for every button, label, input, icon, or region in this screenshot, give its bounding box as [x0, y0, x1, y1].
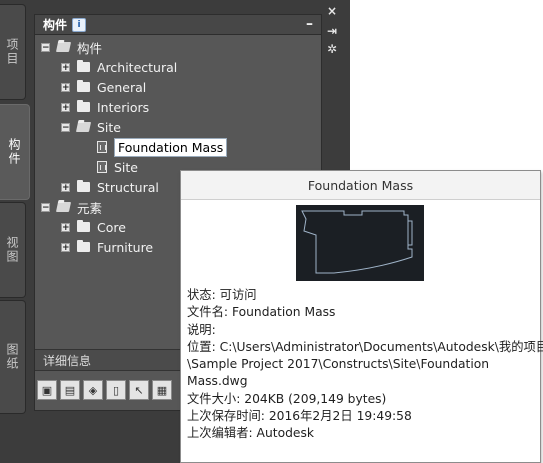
folder-icon [77, 220, 90, 232]
new-element-button[interactable]: ◈ [83, 380, 103, 400]
last-editor-line: 上次编辑者: Autodesk [187, 426, 314, 441]
folder-icon [77, 80, 90, 92]
file-size-line: 文件大小: 204KB (209,149 bytes) [187, 391, 387, 406]
folder-open-icon [75, 122, 92, 132]
side-tabs: 项目 构件 视图 图纸 [0, 4, 30, 414]
new-folder-icon: ▣ [41, 383, 53, 397]
collapse-icon[interactable]: − [41, 42, 50, 52]
expand-icon[interactable]: + [61, 182, 70, 192]
expand-icon[interactable]: + [61, 62, 70, 72]
expand-icon[interactable]: + [61, 82, 70, 92]
tab-project[interactable]: 项目 [0, 4, 26, 100]
location-line-1: 位置: C:\Users\Administrator\Documents\Aut… [187, 339, 543, 354]
selected-item-label: Foundation Mass [114, 137, 228, 157]
tree-item-structural[interactable]: + Structural [61, 177, 159, 197]
tree-item-architectural[interactable]: + Architectural [61, 57, 177, 77]
panel-header: 构件 i – [35, 15, 321, 35]
tooltip-title: Foundation Mass [181, 171, 540, 200]
tab-sheets[interactable]: 图纸 [0, 300, 26, 414]
drawing-preview-image [296, 205, 424, 281]
palette-toolbar: ▣ ▤ ◈ ▯ ↖ ▦ [37, 380, 172, 400]
tree-item-core[interactable]: + Core [61, 217, 126, 237]
folder-open-icon [55, 42, 72, 52]
tree-item-site[interactable]: − Site [61, 117, 121, 137]
close-icon: × [327, 4, 338, 18]
properties-menu-button[interactable]: ✲ [327, 42, 337, 56]
expand-icon[interactable]: + [61, 222, 70, 232]
tree-root[interactable]: − 构件 [41, 37, 102, 57]
panel-title: 构件 [43, 18, 68, 32]
construct-file-icon [97, 161, 107, 173]
tree-item-general[interactable]: + General [61, 77, 146, 97]
new-construct-button[interactable]: ▤ [60, 380, 80, 400]
folder-icon [77, 100, 90, 112]
expand-icon[interactable]: + [61, 242, 70, 252]
folder-icon [77, 60, 90, 72]
tree-item-elements[interactable]: − 元素 [41, 197, 102, 217]
construct-file-icon [97, 141, 107, 153]
auto-hide-icon: ⇥ [327, 24, 338, 38]
status-line: 状态: 可访问 [187, 288, 257, 302]
cursor-icon: ↖ [134, 383, 144, 397]
settings-icon: ✲ [327, 42, 338, 56]
collapse-icon[interactable]: − [61, 122, 70, 132]
folder-open-icon [55, 202, 72, 212]
collapse-icon[interactable]: − [41, 202, 50, 212]
floorplan-thumbnail [301, 210, 413, 274]
folder-icon [77, 240, 90, 252]
tree-item-site-file[interactable]: Site [97, 157, 138, 177]
minimize-button[interactable]: – [306, 16, 313, 32]
tree-item-foundation-mass[interactable]: Foundation Mass [97, 137, 228, 157]
last-saved-line: 上次保存时间: 2016年2月2日 19:49:58 [187, 409, 412, 424]
location-line-2: \Sample Project 2017\Constructs\Site\Fou… [187, 357, 490, 372]
expand-icon[interactable]: + [61, 102, 70, 112]
folder-icon [77, 180, 90, 192]
properties-button[interactable]: ▦ [152, 380, 172, 400]
new-element-icon: ◈ [88, 383, 98, 397]
tab-views[interactable]: 视图 [0, 202, 26, 298]
add-to-project-button[interactable]: ↖ [129, 380, 149, 400]
document-icon: ▯ [112, 383, 120, 397]
location-line-3: Mass.dwg [187, 374, 248, 389]
filename-line: 文件名: Foundation Mass [187, 305, 336, 320]
open-drawing-button[interactable]: ▯ [106, 380, 126, 400]
details-label: 详细信息 [43, 353, 92, 368]
auto-hide-button[interactable]: ⇥ [327, 24, 337, 38]
close-button[interactable]: × [327, 4, 337, 18]
tree-item-furniture[interactable]: + Furniture [61, 237, 153, 257]
description-line: 说明: [187, 322, 216, 337]
construct-tooltip: Foundation Mass 状态: 可访问 文件名: Foundation … [180, 170, 543, 463]
tab-constructs[interactable]: 构件 [0, 104, 30, 200]
info-icon[interactable]: i [72, 17, 87, 32]
new-category-button[interactable]: ▣ [37, 380, 57, 400]
tree-item-interiors[interactable]: + Interiors [61, 97, 149, 117]
properties-icon: ▦ [156, 383, 168, 397]
tooltip-details: 状态: 可访问 文件名: Foundation Mass 说明: 位置: C:\… [187, 287, 543, 443]
new-construct-icon: ▤ [64, 383, 76, 397]
